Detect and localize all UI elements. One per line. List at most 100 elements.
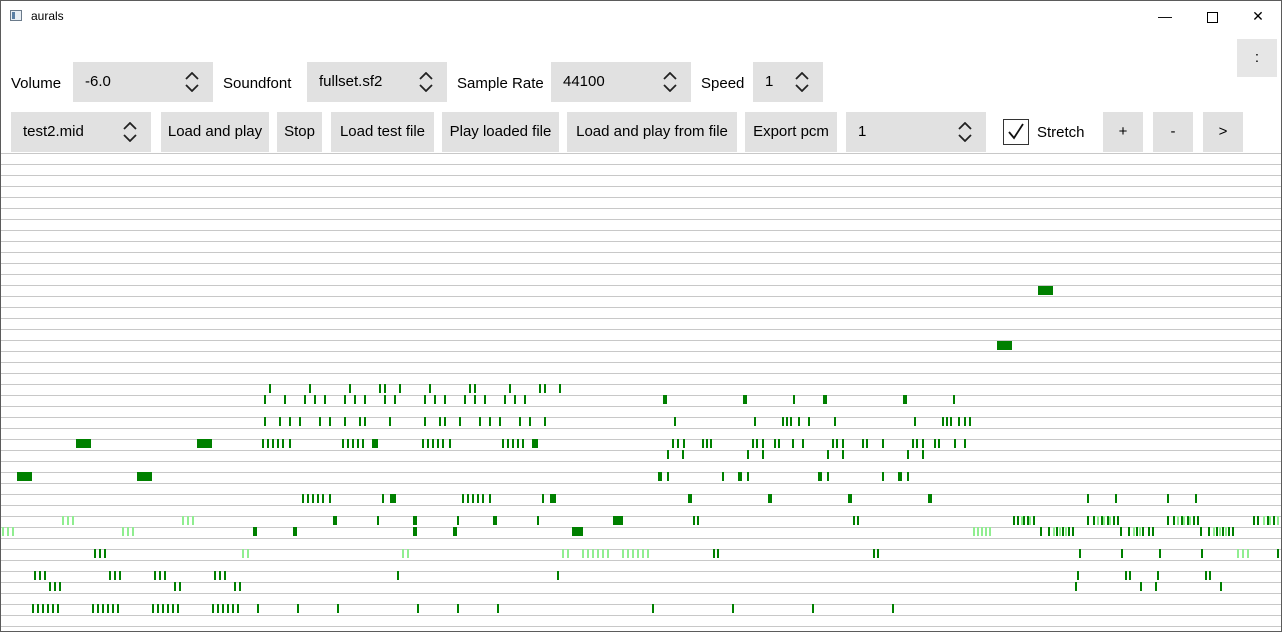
note	[697, 516, 699, 525]
note	[922, 450, 924, 459]
note	[706, 439, 708, 448]
note	[1205, 571, 1207, 580]
stop-button[interactable]: Stop	[277, 112, 322, 152]
spin-arrows-icon[interactable]	[795, 72, 809, 92]
checkmark-icon	[1008, 123, 1024, 140]
note	[382, 494, 384, 503]
note	[97, 604, 99, 613]
note-light	[1029, 516, 1031, 525]
stretch-checkbox[interactable]	[1003, 119, 1029, 145]
note	[1208, 527, 1210, 536]
piano-roll-canvas[interactable]	[1, 153, 1281, 631]
note	[1121, 549, 1123, 558]
note	[866, 439, 868, 448]
window-title: aurals	[31, 9, 64, 23]
volume-label: Volume	[11, 75, 62, 92]
menu-button[interactable]: :	[1237, 39, 1277, 77]
note	[1228, 527, 1230, 536]
note	[352, 439, 354, 448]
note	[953, 395, 955, 404]
note	[107, 604, 109, 613]
note	[954, 439, 956, 448]
note	[472, 494, 474, 503]
note	[59, 582, 61, 591]
note	[459, 417, 461, 426]
note	[537, 516, 539, 525]
minimize-button[interactable]: —	[1142, 1, 1188, 31]
note	[916, 439, 918, 448]
note	[798, 417, 800, 426]
note	[152, 604, 154, 613]
note-light	[592, 549, 594, 558]
note	[802, 439, 804, 448]
note-light	[1103, 516, 1105, 525]
piano-roll[interactable]	[1, 153, 1281, 631]
note	[54, 582, 56, 591]
spin-arrows-icon[interactable]	[663, 72, 677, 92]
maximize-button[interactable]	[1189, 1, 1235, 31]
sample-rate-spinbox[interactable]: 44100	[551, 62, 691, 102]
load-test-file-button[interactable]: Load test file	[331, 112, 434, 152]
note	[1017, 516, 1019, 525]
track-spinbox[interactable]: 1	[846, 112, 986, 152]
note	[1148, 527, 1150, 536]
note	[762, 439, 764, 448]
note	[484, 395, 486, 404]
note	[137, 472, 152, 481]
note	[1257, 516, 1259, 525]
note	[357, 439, 359, 448]
volume-spinbox[interactable]: -6.0	[73, 62, 213, 102]
note	[1136, 527, 1138, 536]
track-value: 1	[858, 123, 867, 140]
stretch-label: Stretch	[1037, 124, 1085, 141]
note	[174, 582, 176, 591]
close-button[interactable]: ✕	[1235, 1, 1281, 31]
note	[559, 384, 561, 393]
note	[1195, 494, 1197, 503]
note-light	[122, 527, 124, 536]
note	[1023, 516, 1025, 525]
load-and-play-button[interactable]: Load and play	[161, 112, 269, 152]
soundfont-select[interactable]: fullset.sf2	[307, 62, 447, 102]
note	[119, 571, 121, 580]
note	[497, 604, 499, 613]
note	[964, 439, 966, 448]
next-button[interactable]: >	[1203, 112, 1243, 152]
note-light	[1263, 516, 1265, 525]
speed-spinbox[interactable]: 1	[753, 62, 823, 102]
zoom-out-button[interactable]: -	[1153, 112, 1193, 152]
note-light	[132, 527, 134, 536]
note	[422, 439, 424, 448]
midi-file-select[interactable]: test2.mid	[11, 112, 151, 152]
note	[474, 395, 476, 404]
spin-arrows-icon[interactable]	[958, 122, 972, 142]
note	[613, 516, 623, 525]
note	[94, 549, 96, 558]
note	[293, 527, 297, 536]
zoom-in-button[interactable]: +	[1103, 112, 1143, 152]
spin-arrows-icon[interactable]	[419, 72, 433, 92]
note	[1113, 516, 1115, 525]
note	[269, 384, 271, 393]
note	[898, 472, 902, 481]
export-pcm-button[interactable]: Export pcm	[745, 112, 837, 152]
note	[214, 571, 216, 580]
note	[752, 439, 754, 448]
play-loaded-file-button[interactable]: Play loaded file	[442, 112, 559, 152]
note	[683, 439, 685, 448]
note-light	[1237, 549, 1239, 558]
note	[1193, 516, 1195, 525]
spin-arrows-icon[interactable]	[123, 122, 137, 142]
note-light	[182, 516, 184, 525]
spin-arrows-icon[interactable]	[185, 72, 199, 92]
note	[842, 450, 844, 459]
note	[958, 417, 960, 426]
note-light	[127, 527, 129, 536]
load-and-play-from-file-button[interactable]: Load and play from file	[567, 112, 737, 152]
note	[524, 395, 526, 404]
note	[778, 439, 780, 448]
note-light	[402, 549, 404, 558]
note	[504, 395, 506, 404]
note	[390, 494, 396, 503]
note	[774, 439, 776, 448]
